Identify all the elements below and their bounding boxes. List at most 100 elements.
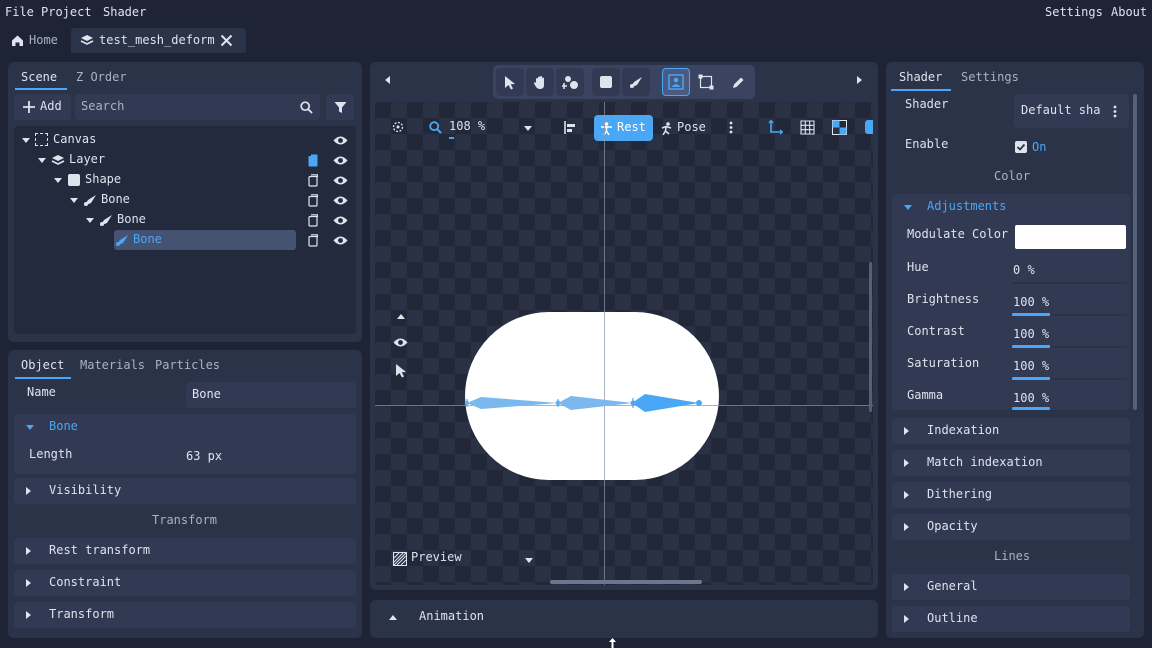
tab-z-order[interactable]: Z Order [76,70,127,84]
adjustment-row-gamma[interactable]: Gamma 100 % [892,382,1130,410]
expand-icon[interactable] [38,158,46,163]
enable-value: On [1032,140,1047,154]
general-section[interactable]: General [892,574,1130,600]
menu-file[interactable]: File [5,5,34,19]
menu-about[interactable]: About [1111,5,1147,19]
tree-item-bone[interactable]: Bone [14,190,356,210]
visibility-section[interactable]: Visibility [14,478,356,504]
tree-item-label: Shape [85,172,122,186]
cursor-icon[interactable] [394,362,408,378]
adjustment-row-brightness[interactable]: Brightness 100 % [892,286,1130,318]
horizontal-scrollbar[interactable] [550,580,702,584]
expand-icon[interactable] [70,198,78,203]
add-point-tool[interactable] [556,68,584,96]
tree-item-canvas[interactable]: Canvas [14,130,356,150]
add-button[interactable]: Add [14,94,71,120]
more-icon[interactable] [725,120,737,134]
eye-icon[interactable] [332,213,348,227]
collapse-icon[interactable] [904,205,912,210]
tab-materials[interactable]: Materials [80,358,145,372]
rest-mode-button[interactable]: Rest [594,115,653,141]
clip-icon[interactable] [306,193,320,207]
tree-item-shape[interactable]: Shape [14,170,356,190]
chevron-down-icon[interactable] [525,558,533,563]
pose-mode-button[interactable]: Pose [655,115,715,141]
expand-icon[interactable] [54,178,62,183]
align-icon[interactable] [563,120,577,134]
eye-icon[interactable] [392,336,408,348]
tab-home[interactable]: Home [4,28,68,53]
expand-icon[interactable] [22,138,30,143]
adjustment-row-hue[interactable]: Hue 0 % [892,254,1130,286]
tree-item-bone-selected[interactable]: Bone [14,230,356,250]
clip-icon[interactable] [306,233,320,247]
zoom-value[interactable]: 108 % [449,119,485,133]
adjustment-row-saturation[interactable]: Saturation 100 % [892,350,1130,382]
menu-project[interactable]: Project [41,5,92,19]
scroll-left-icon[interactable] [385,76,390,84]
dithering-section[interactable]: Dithering [892,482,1130,508]
eye-icon[interactable] [332,133,348,147]
tab-shader[interactable]: Shader [899,70,942,84]
select-tool[interactable] [496,68,524,96]
bone-tool[interactable] [622,68,650,96]
eye-icon[interactable] [332,233,348,247]
eye-icon[interactable] [332,173,348,187]
viewport-canvas[interactable]: 108 % Rest Pose Preview [375,102,873,585]
menu-settings[interactable]: Settings [1045,5,1103,19]
extra-icon[interactable] [865,120,873,134]
shape-tool[interactable] [592,68,620,96]
grid-icon[interactable] [799,119,815,135]
collapse-icon[interactable] [26,425,34,430]
match-indexation-section[interactable]: Match indexation [892,450,1130,476]
tab-scene[interactable]: Scene [21,70,57,84]
tab-particles[interactable]: Particles [155,358,220,372]
opacity-section[interactable]: Opacity [892,514,1130,540]
collapse-up-icon[interactable] [397,314,405,319]
transform-section[interactable]: Transform [14,602,356,628]
expand-icon[interactable] [86,218,94,223]
close-icon[interactable] [219,33,234,48]
animation-label[interactable]: Animation [419,609,484,623]
axes-icon[interactable] [767,119,783,135]
tab-active[interactable]: test_mesh_deform [71,28,246,53]
tree-item-label: Canvas [53,132,97,146]
clip-icon[interactable] [306,213,320,227]
resize-handle-icon[interactable] [607,638,617,648]
search-input[interactable]: Search [75,94,320,120]
filter-button[interactable] [326,94,354,120]
clip-icon[interactable] [306,173,320,187]
pan-tool[interactable] [526,68,554,96]
expand-up-icon[interactable] [389,615,397,620]
vertical-scrollbar[interactable] [1133,94,1137,410]
more-icon[interactable] [1109,103,1121,119]
chevron-down-icon[interactable] [524,126,532,131]
vertical-scrollbar[interactable] [869,262,872,412]
name-field[interactable]: Bone [186,382,356,408]
constraint-section[interactable]: Constraint [14,570,356,596]
tree-item-bone[interactable]: Bone [14,210,356,230]
snap-icon[interactable] [391,120,405,134]
pencil-tool[interactable] [724,68,752,96]
tab-object[interactable]: Object [21,358,64,372]
length-value[interactable]: 63 px [186,449,222,463]
tree-item-layer[interactable]: Layer [14,150,356,170]
modulate-color-swatch[interactable] [1015,225,1126,249]
bone-section-title[interactable]: Bone [49,419,78,433]
adjustments-title[interactable]: Adjustments [927,199,1006,213]
eye-icon[interactable] [332,153,348,167]
checker-icon[interactable] [831,119,847,135]
skeleton-tool[interactable] [662,68,690,96]
eye-icon[interactable] [332,193,348,207]
indexation-section[interactable]: Indexation [892,418,1130,444]
scroll-right-icon[interactable] [857,76,862,84]
clip-icon[interactable] [306,153,320,167]
rest-transform-section[interactable]: Rest transform [14,538,356,564]
shader-select[interactable]: Default sha [1014,94,1129,128]
adjustment-row-contrast[interactable]: Contrast 100 % [892,318,1130,350]
tab-settings[interactable]: Settings [961,70,1019,84]
outline-section[interactable]: Outline [892,606,1130,632]
enable-checkbox[interactable] [1015,141,1027,153]
menu-shader[interactable]: Shader [103,5,146,19]
transform-tool[interactable] [692,68,720,96]
